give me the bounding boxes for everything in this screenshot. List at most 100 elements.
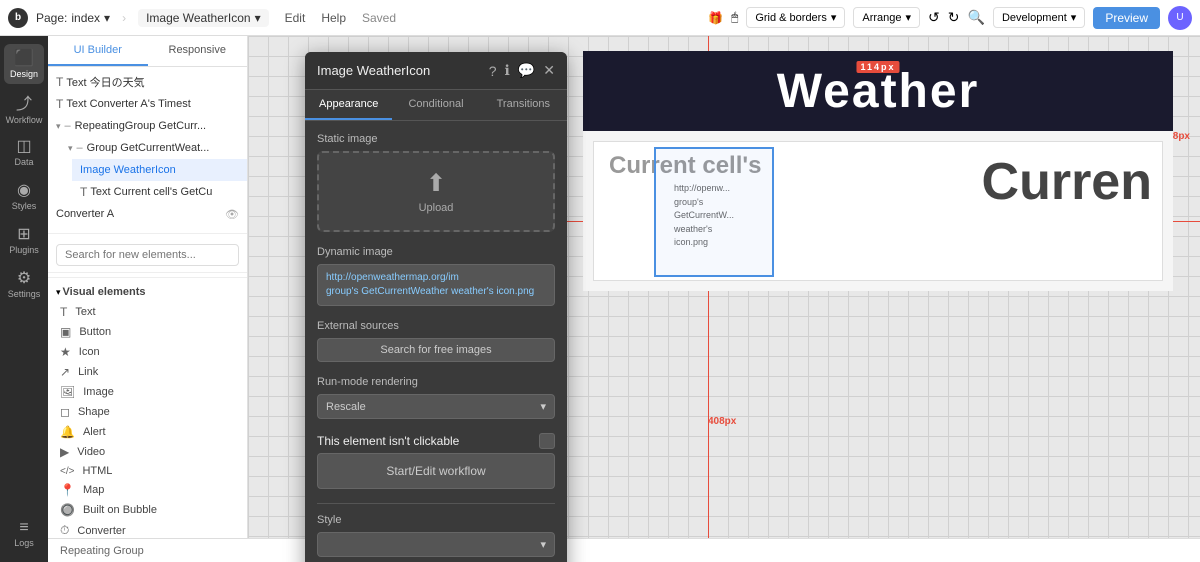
elem-map[interactable]: 📍 Map xyxy=(48,480,247,500)
dynamic-image-input[interactable]: http://openweathermap.org/im group's Get… xyxy=(317,264,555,306)
tab-appearance[interactable]: Appearance xyxy=(305,90,392,120)
elem-link[interactable]: ↗ Link xyxy=(48,362,247,382)
tree-item-group[interactable]: ▾ – Group GetCurrentWeat... xyxy=(60,137,247,159)
sidebar-item-design[interactable]: ⬛ Design xyxy=(4,44,44,84)
map-elem-icon: 📍 xyxy=(60,483,75,497)
element-breadcrumb[interactable]: Image WeatherIcon ▾ xyxy=(138,9,269,27)
redo-icon[interactable]: ↻ xyxy=(948,9,960,26)
elements-panel: UI Builder Responsive T Text 今日の天気 T Tex… xyxy=(48,36,248,562)
clickable-checkbox[interactable] xyxy=(539,433,555,449)
tree-item-image-weathericon[interactable]: Image WeatherIcon xyxy=(72,159,247,181)
help-menu[interactable]: Help xyxy=(321,11,346,25)
dim-left: 408px xyxy=(708,416,736,427)
panel-header-icons: ? ℹ 💬 ✕ xyxy=(489,62,555,79)
elem-label-icon: Icon xyxy=(79,346,100,358)
topbar-actions: Edit Help Saved xyxy=(285,11,396,25)
upload-label: Upload xyxy=(419,202,454,214)
arrange-button[interactable]: Arrange ▾ xyxy=(853,7,920,28)
avatar[interactable]: U xyxy=(1168,6,1192,30)
elem-image[interactable]: 🖼 Image xyxy=(48,382,247,402)
dynamic-image-row: Dynamic image http://openweathermap.org/… xyxy=(317,246,555,306)
comment-icon[interactable]: 💬 xyxy=(518,62,535,79)
clickable-checkbox-row: This element isn't clickable xyxy=(317,433,555,449)
visual-elements-section: ▾ Visual elements T Text ▣ Button ★ Icon… xyxy=(48,282,247,561)
external-sources-row: External sources Search for free images xyxy=(317,320,555,362)
elem-text[interactable]: T Text xyxy=(48,302,247,322)
visual-elements-label: Visual elements xyxy=(63,286,146,298)
elem-html[interactable]: </> HTML xyxy=(48,462,247,480)
elem-label-html: HTML xyxy=(82,465,112,477)
tree-item-label3: RepeatingGroup GetCurr... xyxy=(75,120,206,132)
help-icon[interactable]: ? xyxy=(489,63,497,79)
tab-responsive[interactable]: Responsive xyxy=(148,36,248,66)
elem-icon[interactable]: ★ Icon xyxy=(48,342,247,362)
tab-ui-builder[interactable]: UI Builder xyxy=(48,36,148,66)
workflow-button[interactable]: Start/Edit workflow xyxy=(317,453,555,489)
html-elem-icon: </> xyxy=(60,466,74,477)
tree-item-converter[interactable]: Converter A 👁 xyxy=(48,203,247,225)
element-dropdown-icon[interactable]: ▾ xyxy=(255,11,261,25)
cursor-icon[interactable]: 🖱 xyxy=(731,10,738,25)
selection-box xyxy=(654,147,774,277)
elem-shape[interactable]: ◻ Shape xyxy=(48,402,247,422)
tab-transitions[interactable]: Transitions xyxy=(480,90,567,120)
page-selector[interactable]: Page: index ▾ xyxy=(36,11,110,25)
elem-alert[interactable]: 🔔 Alert xyxy=(48,422,247,442)
eye-icon[interactable]: 👁 xyxy=(225,208,239,221)
style-row: Style ▾ xyxy=(317,514,555,557)
elem-built-on-bubble[interactable]: 🔘 Built on Bubble xyxy=(48,500,247,520)
run-mode-value: Rescale xyxy=(326,401,366,413)
converter-elem-icon: ⏱ xyxy=(60,523,69,538)
video-elem-icon: ▶ xyxy=(60,445,69,459)
info-icon[interactable]: ℹ xyxy=(505,62,510,79)
sidebar-item-plugins[interactable]: ⊞ Plugins xyxy=(4,220,44,260)
panel-divider1 xyxy=(48,233,247,234)
collapse-icon: ▾ xyxy=(56,287,61,298)
visual-elements-header[interactable]: ▾ Visual elements xyxy=(48,282,247,302)
dynamic-image-label: Dynamic image xyxy=(317,246,555,258)
text-icon2: T xyxy=(56,97,63,111)
saved-indicator: Saved xyxy=(362,11,396,25)
grid-borders-button[interactable]: Grid & borders ▾ xyxy=(746,7,845,28)
sidebar-label-data: Data xyxy=(14,158,33,168)
settings-icon: ⚙ xyxy=(17,268,31,288)
run-mode-select[interactable]: Rescale ▾ xyxy=(317,394,555,419)
search-input[interactable] xyxy=(56,244,239,266)
sidebar-item-styles[interactable]: ◉ Styles xyxy=(4,176,44,216)
preview-button[interactable]: Preview xyxy=(1093,7,1160,29)
static-image-row: Static image ⬆ Upload xyxy=(317,133,555,232)
upload-area[interactable]: ⬆ Upload xyxy=(317,151,555,232)
run-mode-row: Run-mode rendering Rescale ▾ xyxy=(317,376,555,419)
tree-item-text-converter[interactable]: T Text Converter A's Timest xyxy=(48,93,247,115)
close-icon[interactable]: ✕ xyxy=(543,62,555,79)
page-dropdown-icon[interactable]: ▾ xyxy=(104,11,110,25)
element-tree: T Text 今日の天気 T Text Converter A's Timest… xyxy=(48,67,247,229)
style-select[interactable]: ▾ xyxy=(317,532,555,557)
tree-item-text-current[interactable]: T Text Current cell's GetCu xyxy=(72,181,247,203)
search-free-images-button[interactable]: Search for free images xyxy=(317,338,555,362)
separator: › xyxy=(122,11,126,25)
tree-item-text-weather[interactable]: T Text 今日の天気 xyxy=(48,71,247,93)
undo-icon[interactable]: ↺ xyxy=(928,9,940,26)
elem-label-alert: Alert xyxy=(83,426,106,438)
run-mode-label: Run-mode rendering xyxy=(317,376,555,388)
styles-icon: ◉ xyxy=(17,180,31,200)
sidebar-item-logs[interactable]: ≡ Logs xyxy=(4,514,44,554)
tree-item-repeating-group[interactable]: ▾ – RepeatingGroup GetCurr... xyxy=(48,115,247,137)
search-icon[interactable]: 🔍 xyxy=(968,9,985,26)
topbar-right: 🎁 🖱 Grid & borders ▾ Arrange ▾ ↺ ↻ 🔍 Dev… xyxy=(708,6,1192,30)
development-button[interactable]: Development ▾ xyxy=(993,7,1085,28)
edit-menu[interactable]: Edit xyxy=(285,11,306,25)
sidebar-item-settings[interactable]: ⚙ Settings xyxy=(4,264,44,304)
gift-icon[interactable]: 🎁 xyxy=(708,11,723,25)
tab-conditional[interactable]: Conditional xyxy=(392,90,479,120)
sidebar-item-data[interactable]: ◫ Data xyxy=(4,132,44,172)
sidebar-label-plugins: Plugins xyxy=(9,246,39,256)
elem-video[interactable]: ▶ Video xyxy=(48,442,247,462)
sidebar-item-workflow[interactable]: ⤴ Workflow xyxy=(4,88,44,128)
button-elem-icon: ▣ xyxy=(60,325,71,339)
sidebar-label-design: Design xyxy=(10,70,38,80)
dynamic-image-link[interactable]: group's GetCurrentWeather weather's icon… xyxy=(326,286,534,297)
elem-button[interactable]: ▣ Button xyxy=(48,322,247,342)
upload-icon: ⬆ xyxy=(426,169,446,198)
